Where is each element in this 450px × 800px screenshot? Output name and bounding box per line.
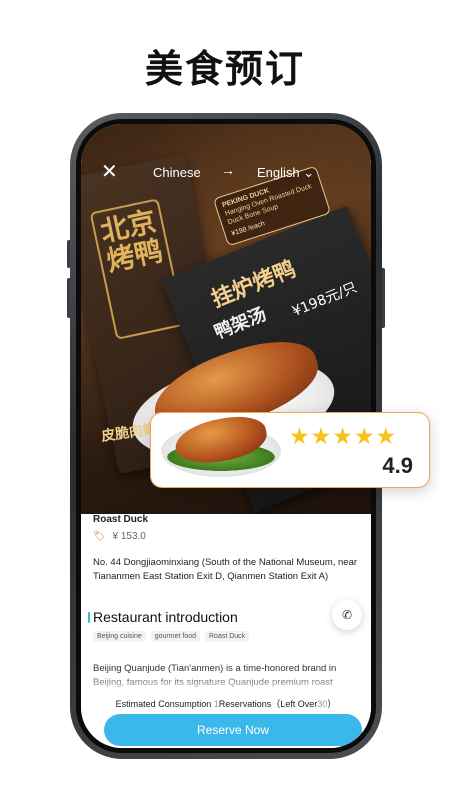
dish-price: ¥ 153.0	[112, 531, 146, 542]
arrow-right-icon: →	[221, 162, 235, 178]
menu-book-title: 北京烤鸭	[97, 204, 166, 278]
restaurant-address: No. 44 Dongjiaominxiang (South of the Na…	[93, 557, 358, 582]
restaurant-info: Roast Duck 🏷 ¥ 153.0 No. 44 Dongjiaominx…	[81, 514, 371, 748]
consumption-summary: Estimated Consumption 1Reservations（Left…	[115, 699, 337, 709]
target-language-selector[interactable]: English ⌄	[257, 165, 314, 181]
menu-dish-price: ¥198元/只	[290, 279, 360, 321]
dish-name: Roast Duck	[93, 514, 149, 525]
tag-list: Beijing cuisine gourmet food Roast Duck	[93, 631, 250, 642]
rating-card: ★★★★★ 4.9	[150, 411, 430, 488]
section-title: Restaurant introduction	[88, 609, 238, 625]
rating-score: 4.9	[382, 453, 413, 478]
star-rating-icon: ★★★★★	[289, 423, 398, 449]
page-headline: 美食预订	[144, 47, 305, 91]
close-icon[interactable]: ✕	[101, 162, 118, 182]
source-language-selector[interactable]: Chinese	[153, 165, 201, 180]
reserve-now-button[interactable]: Reserve Now	[104, 714, 362, 746]
tag[interactable]: gourmet food	[150, 631, 200, 642]
phone-icon: ✆	[341, 608, 353, 622]
dish-price-row: 🏷 ¥ 153.0	[93, 531, 146, 542]
tag[interactable]: Beijing cuisine	[93, 631, 146, 642]
translate-bar: ✕ Chinese → English ⌄	[81, 160, 371, 188]
tag[interactable]: Roast Duck	[205, 631, 250, 642]
phone-call-button[interactable]: ✆	[332, 600, 362, 630]
price-tag-icon: 🏷	[93, 531, 106, 542]
